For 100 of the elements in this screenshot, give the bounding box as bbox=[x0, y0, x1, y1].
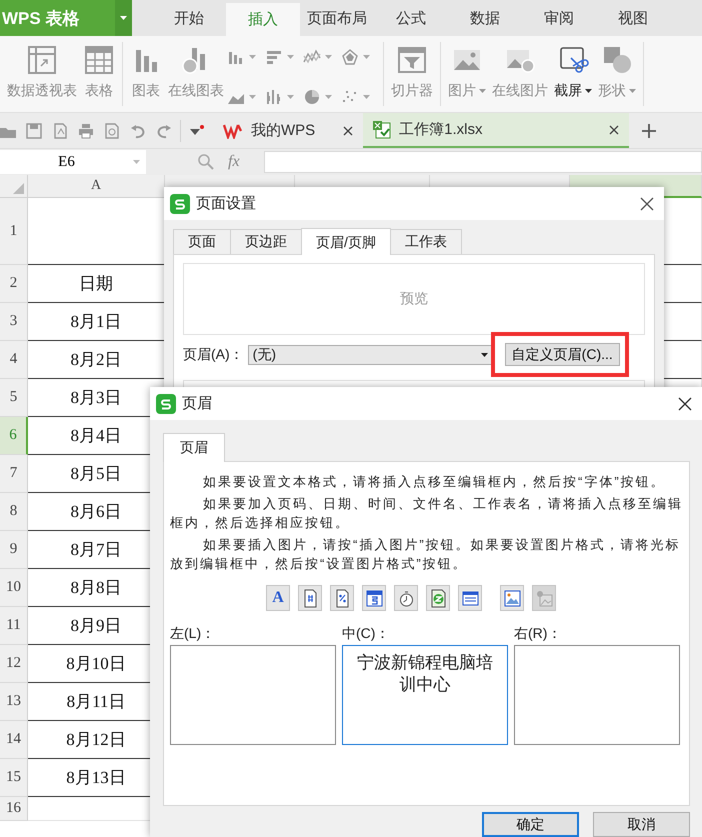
slicer-icon bbox=[396, 44, 428, 76]
preview-area: 预览 bbox=[183, 263, 645, 335]
ribbon-tab[interactable]: 视图 bbox=[596, 0, 670, 36]
section-label: 右(R)： bbox=[514, 625, 562, 643]
header-text-box[interactable] bbox=[170, 645, 336, 745]
print-icon[interactable] bbox=[78, 122, 94, 138]
section-label: 中(C)： bbox=[342, 625, 390, 643]
document-tab[interactable]: 我的WPS bbox=[213, 113, 364, 148]
save-icon[interactable] bbox=[26, 122, 42, 138]
ribbon-tab[interactable]: 数据 bbox=[448, 0, 522, 36]
dialog-title: 页面设置 bbox=[196, 194, 257, 213]
table-icon bbox=[83, 44, 115, 76]
caret-icon bbox=[629, 89, 636, 93]
row-header[interactable]: 15 bbox=[0, 759, 28, 797]
ribbon-tab[interactable]: 页面布局 bbox=[300, 0, 374, 36]
instruction-text: 如果要设置文本格式，请将插入点移至编辑框内，然后按“字体”按钮。 bbox=[202, 473, 667, 491]
stock-chart-icon[interactable] bbox=[265, 88, 283, 106]
dialog-tab[interactable]: 工作表 bbox=[390, 229, 462, 254]
caret-icon bbox=[120, 16, 127, 20]
zoom-icon[interactable] bbox=[198, 154, 214, 170]
caret-icon bbox=[479, 89, 486, 93]
export-pdf-icon[interactable] bbox=[52, 122, 68, 138]
new-tab-icon[interactable] bbox=[640, 122, 657, 138]
caret-icon[interactable] bbox=[249, 55, 256, 59]
instruction-text: 如果要插入图片，请按“插入图片”按钮。如果要设置图片格式，请将光标放到编辑框中，然后按“设置图片格式”按钮。 bbox=[170, 536, 682, 573]
caret-icon bbox=[480, 352, 488, 356]
row-header[interactable]: 7 bbox=[0, 455, 28, 493]
toolbar-button[interactable] bbox=[500, 585, 524, 611]
row-header[interactable]: 11 bbox=[0, 607, 28, 645]
dialog-title: 页眉 bbox=[182, 394, 213, 413]
dialog-tab[interactable]: 页眉 bbox=[163, 433, 225, 462]
caret-icon[interactable] bbox=[363, 95, 370, 99]
caret-icon[interactable] bbox=[249, 95, 256, 99]
header-dropdown[interactable]: (无) bbox=[248, 344, 493, 364]
column-header[interactable]: A bbox=[28, 175, 165, 198]
row-header[interactable]: 14 bbox=[0, 721, 28, 759]
radar-chart-icon[interactable] bbox=[341, 48, 359, 66]
row-header[interactable]: 10 bbox=[0, 569, 28, 607]
app-icon bbox=[170, 194, 190, 214]
wps-logo-icon bbox=[223, 122, 243, 138]
row-header[interactable]: 16 bbox=[0, 797, 28, 821]
instruction-text: 如果要加入页码、日期、时间、文件名、工作表名，请将插入点移至编辑框内，然后选择相应按钮。 bbox=[170, 495, 684, 532]
dialog-tab[interactable]: 页眉/页脚 bbox=[301, 228, 391, 255]
line-chart-icon[interactable] bbox=[303, 48, 321, 66]
app-icon bbox=[156, 394, 176, 414]
formula-input[interactable] bbox=[264, 151, 702, 173]
triangle-icon bbox=[11, 181, 25, 195]
header-label: 页眉(A)： bbox=[183, 346, 244, 364]
name-box[interactable]: E6 bbox=[0, 150, 146, 174]
close-icon[interactable] bbox=[678, 396, 692, 410]
pivot-table-icon bbox=[26, 44, 58, 76]
bar-chart-icon[interactable] bbox=[265, 48, 283, 66]
dropdown-icon[interactable] bbox=[189, 124, 205, 136]
app-menu-button[interactable] bbox=[115, 0, 132, 36]
ribbon-tab[interactable]: 插入 bbox=[226, 3, 300, 36]
row-header[interactable]: 8 bbox=[0, 493, 28, 531]
ribbon-tab[interactable]: 公式 bbox=[374, 0, 448, 36]
dialog-button[interactable]: 取消 bbox=[593, 812, 690, 837]
header-text-box[interactable] bbox=[514, 645, 680, 745]
header-text-box[interactable]: 宁波新锦程电脑培训中心 bbox=[342, 645, 508, 745]
row-header[interactable]: 13 bbox=[0, 683, 28, 721]
toolbar-button[interactable] bbox=[298, 585, 322, 611]
dialog-tab[interactable]: 页面 bbox=[173, 229, 231, 254]
select-all-button[interactable] bbox=[0, 175, 28, 198]
row-header[interactable]: 2 bbox=[0, 265, 28, 303]
row-header[interactable]: 1 bbox=[0, 198, 28, 265]
caret-icon[interactable] bbox=[287, 95, 294, 99]
shapes-icon bbox=[601, 44, 633, 76]
toolbar-button[interactable] bbox=[426, 585, 450, 611]
print-preview-icon[interactable] bbox=[104, 122, 120, 138]
pie-chart-icon[interactable] bbox=[303, 88, 321, 106]
custom-header-button[interactable]: 自定义页眉(C)... bbox=[504, 343, 620, 366]
ribbon-tab[interactable]: 开始 bbox=[152, 0, 226, 36]
toolbar-button[interactable] bbox=[394, 585, 418, 611]
row-header[interactable]: 12 bbox=[0, 645, 28, 683]
toolbar-button[interactable] bbox=[330, 585, 354, 611]
toolbar-button[interactable] bbox=[458, 585, 482, 611]
section-label: 左(L)： bbox=[170, 625, 216, 643]
row-header[interactable]: 5 bbox=[0, 379, 28, 417]
close-icon[interactable] bbox=[608, 124, 619, 134]
spreadsheet-file-icon bbox=[373, 120, 392, 138]
row-header[interactable]: 3 bbox=[0, 303, 28, 341]
caret-icon[interactable] bbox=[325, 95, 332, 99]
caret-icon bbox=[585, 89, 592, 93]
row-header[interactable]: 9 bbox=[0, 531, 28, 569]
document-tab[interactable]: 工作簿1.xlsx bbox=[363, 113, 629, 148]
font-button[interactable]: A bbox=[266, 585, 290, 611]
caret-icon[interactable] bbox=[287, 55, 294, 59]
close-icon[interactable] bbox=[640, 196, 654, 210]
ribbon-tab[interactable]: 审阅 bbox=[522, 0, 596, 36]
ribbon-button[interactable]: 截屏 bbox=[551, 42, 595, 106]
redo-icon[interactable] bbox=[156, 122, 172, 138]
toolbar-button[interactable] bbox=[362, 585, 386, 611]
close-icon[interactable] bbox=[343, 126, 354, 136]
app-name: WPS 表格 bbox=[1, 8, 80, 30]
undo-icon[interactable] bbox=[130, 122, 146, 138]
caret-icon[interactable] bbox=[363, 55, 370, 59]
caret-icon[interactable] bbox=[325, 55, 332, 59]
row-header[interactable]: 4 bbox=[0, 341, 28, 379]
dialog-button[interactable]: 确定 bbox=[482, 812, 579, 837]
